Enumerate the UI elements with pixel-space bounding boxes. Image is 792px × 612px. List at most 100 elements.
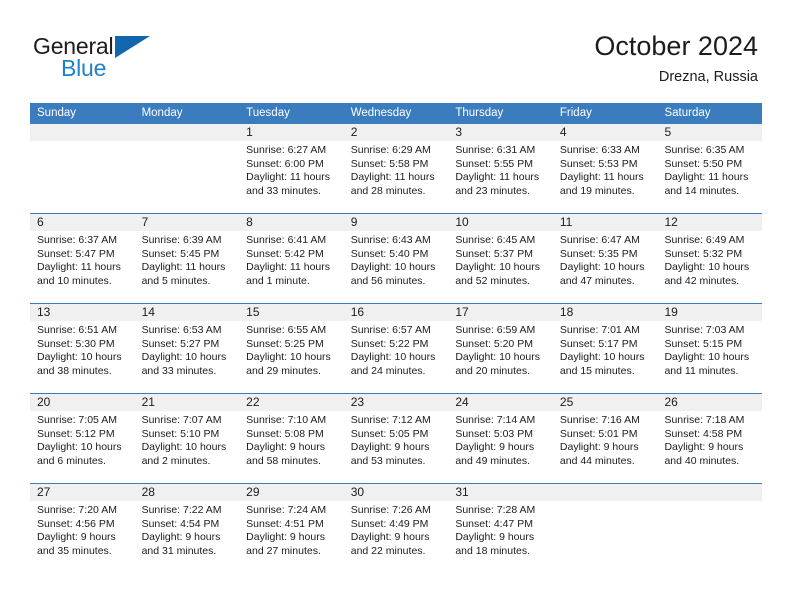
day-sun-info: Sunrise: 7:03 AM Sunset: 5:15 PM Daylight:… (657, 321, 762, 378)
day-number: 6 (30, 214, 135, 231)
day-number: 23 (343, 394, 449, 411)
day-number (552, 484, 658, 501)
triangle-logo-icon (115, 36, 150, 58)
day-number: 12 (657, 214, 763, 231)
day-sun-info: Sunrise: 6:53 AM Sunset: 5:27 PM Daylight:… (135, 321, 240, 378)
calendar-day-cell[interactable]: 11 Sunrise: 6:47 AM Sunset: 5:35 PM Dayligh… (552, 214, 658, 303)
sunrise-time: Sunrise: 6:29 AM (350, 144, 431, 156)
calendar-day-cell[interactable]: 14 Sunrise: 6:53 AM Sunset: 5:27 PM Dayligh… (134, 304, 240, 393)
daylight-duration: Daylight: 11 hours and 33 minutes. (246, 171, 331, 197)
calendar-day-cell[interactable]: 16 Sunrise: 6:57 AM Sunset: 5:22 PM Dayligh… (343, 304, 449, 393)
calendar-day-cell[interactable]: 18 Sunrise: 7:01 AM Sunset: 5:17 PM Dayligh… (552, 304, 658, 393)
day-number: 11 (552, 214, 658, 231)
calendar-day-cell[interactable]: 23 Sunrise: 7:12 AM Sunset: 5:05 PM Dayligh… (343, 394, 449, 483)
calendar-day-cell[interactable]: 31 Sunrise: 7:28 AM Sunset: 4:47 PM Dayligh… (448, 484, 553, 573)
calendar-day-cell[interactable]: 26 Sunrise: 7:18 AM Sunset: 4:58 PM Dayligh… (657, 394, 763, 483)
calendar-day-cell[interactable]: 4 Sunrise: 6:33 AM Sunset: 5:53 PM Daylight… (552, 124, 658, 213)
calendar-day-cell[interactable]: 29 Sunrise: 7:24 AM Sunset: 4:51 PM Dayligh… (239, 484, 344, 573)
sunrise-time: Sunrise: 7:07 AM (141, 414, 222, 426)
day-number: 10 (448, 214, 553, 231)
sunset-time: Sunset: 5:55 PM (455, 157, 533, 170)
calendar-day-cell[interactable]: 17 Sunrise: 6:59 AM Sunset: 5:20 PM Dayligh… (448, 304, 553, 393)
sunrise-time: Sunrise: 6:43 AM (350, 234, 431, 246)
sunset-time: Sunset: 6:00 PM (246, 157, 324, 170)
sunset-time: Sunset: 5:35 PM (559, 247, 638, 260)
sunset-time: Sunset: 5:12 PM (37, 427, 115, 440)
calendar-day-cell[interactable]: 24 Sunrise: 7:14 AM Sunset: 5:03 PM Dayligh… (448, 394, 553, 483)
sunset-time: Sunset: 4:58 PM (664, 427, 743, 440)
calendar-day-cell[interactable]: 19 Sunrise: 7:03 AM Sunset: 5:15 PM Dayligh… (657, 304, 763, 393)
calendar-day-cell[interactable]: 3 Sunrise: 6:31 AM Sunset: 5:55 PM Daylight… (448, 124, 553, 213)
weekday-header-thursday: Thursday (455, 107, 504, 119)
sunset-time: Sunset: 5:01 PM (559, 427, 638, 440)
calendar-day-cell[interactable]: 15 Sunrise: 6:55 AM Sunset: 5:25 PM Dayligh… (239, 304, 344, 393)
page-title: October 2024 (594, 31, 758, 61)
calendar-day-cell[interactable]: 22 Sunrise: 7:10 AM Sunset: 5:08 PM Dayligh… (239, 394, 344, 483)
day-number: 18 (552, 304, 658, 321)
day-number: 19 (657, 304, 763, 321)
page-header: General Blue October 2024 Drezna, Russia (0, 0, 792, 100)
calendar-day-cell[interactable]: 25 Sunrise: 7:16 AM Sunset: 5:01 PM Dayligh… (552, 394, 658, 483)
day-number: 28 (134, 484, 240, 501)
weekday-header-saturday: Saturday (664, 107, 711, 119)
day-sun-info: Sunrise: 7:07 AM Sunset: 5:10 PM Daylight:… (135, 411, 240, 468)
calendar-page: General Blue October 2024 Drezna, Russia… (0, 0, 792, 612)
sunset-time: Sunset: 5:40 PM (350, 247, 429, 260)
sunset-time: Sunset: 5:32 PM (664, 247, 743, 260)
calendar-day-cell[interactable]: 30 Sunrise: 7:26 AM Sunset: 4:49 PM Dayligh… (343, 484, 449, 573)
calendar-day-cell[interactable]: 12 Sunrise: 6:49 AM Sunset: 5:32 PM Dayligh… (657, 214, 763, 303)
calendar-day-cell[interactable]: 5 Sunrise: 6:35 AM Sunset: 5:50 PM Daylight… (657, 124, 763, 213)
calendar-day-cell[interactable]: 8 Sunrise: 6:41 AM Sunset: 5:42 PM Daylight… (239, 214, 344, 303)
sunrise-time: Sunrise: 7:01 AM (559, 324, 640, 336)
calendar-weeks: 1 Sunrise: 6:27 AM Sunset: 6:00 PM Daylight… (30, 124, 763, 573)
day-sun-info: Sunrise: 6:59 AM Sunset: 5:20 PM Daylight:… (448, 321, 553, 378)
calendar-day-cell[interactable]: 20 Sunrise: 7:05 AM Sunset: 5:12 PM Dayligh… (30, 394, 135, 483)
sunset-time: Sunset: 5:53 PM (559, 157, 638, 170)
daylight-duration: Daylight: 10 hours and 33 minutes. (141, 351, 227, 377)
daylight-duration: Daylight: 9 hours and 53 minutes. (350, 441, 430, 467)
day-sun-info: Sunrise: 7:01 AM Sunset: 5:17 PM Daylight:… (553, 321, 658, 378)
calendar-day-cell[interactable]: 9 Sunrise: 6:43 AM Sunset: 5:40 PM Daylight… (343, 214, 449, 303)
daylight-duration: Daylight: 11 hours and 10 minutes. (37, 261, 121, 287)
calendar-day-cell[interactable]: 7 Sunrise: 6:39 AM Sunset: 5:45 PM Daylight… (134, 214, 240, 303)
calendar-day-cell[interactable]: 21 Sunrise: 7:07 AM Sunset: 5:10 PM Dayligh… (134, 394, 240, 483)
day-number: 7 (134, 214, 240, 231)
sunrise-time: Sunrise: 7:05 AM (37, 414, 117, 426)
daylight-duration: Daylight: 9 hours and 27 minutes. (246, 531, 325, 557)
daylight-duration: Daylight: 11 hours and 14 minutes. (664, 171, 749, 197)
day-number: 8 (239, 214, 344, 231)
calendar-day-cell[interactable]: 1 Sunrise: 6:27 AM Sunset: 6:00 PM Daylight… (239, 124, 344, 213)
day-sun-info: Sunrise: 6:45 AM Sunset: 5:37 PM Daylight:… (448, 231, 553, 288)
sunrise-time: Sunrise: 7:24 AM (246, 504, 327, 516)
day-number: 5 (657, 124, 763, 141)
sunrise-time: Sunrise: 6:47 AM (559, 234, 640, 246)
calendar-day-cell-empty (30, 124, 135, 213)
daylight-duration: Daylight: 9 hours and 44 minutes. (559, 441, 639, 467)
calendar-day-cell[interactable]: 10 Sunrise: 6:45 AM Sunset: 5:37 PM Dayligh… (448, 214, 553, 303)
daylight-duration: Daylight: 10 hours and 38 minutes. (37, 351, 122, 377)
sunset-time: Sunset: 5:37 PM (455, 247, 533, 260)
sunset-time: Sunset: 5:03 PM (455, 427, 533, 440)
daylight-duration: Daylight: 11 hours and 23 minutes. (455, 171, 540, 197)
sunrise-time: Sunrise: 6:57 AM (350, 324, 431, 336)
brand-logo[interactable]: General Blue (33, 33, 233, 83)
calendar-day-cell[interactable]: 28 Sunrise: 7:22 AM Sunset: 4:54 PM Dayligh… (134, 484, 240, 573)
day-sun-info: Sunrise: 7:26 AM Sunset: 4:49 PM Daylight:… (344, 501, 449, 558)
daylight-duration: Daylight: 9 hours and 35 minutes. (37, 531, 116, 557)
calendar-day-cell[interactable]: 6 Sunrise: 6:37 AM Sunset: 5:47 PM Daylight… (30, 214, 135, 303)
sunrise-time: Sunrise: 6:39 AM (141, 234, 222, 246)
sunrise-time: Sunrise: 6:59 AM (455, 324, 536, 336)
calendar-day-cell[interactable]: 27 Sunrise: 7:20 AM Sunset: 4:56 PM Dayligh… (30, 484, 135, 573)
daylight-duration: Daylight: 10 hours and 47 minutes. (559, 261, 645, 287)
day-number: 13 (30, 304, 135, 321)
calendar-day-cell[interactable]: 13 Sunrise: 6:51 AM Sunset: 5:30 PM Dayligh… (30, 304, 135, 393)
calendar-day-cell[interactable]: 2 Sunrise: 6:29 AM Sunset: 5:58 PM Daylight… (343, 124, 449, 213)
calendar-day-cell-empty (657, 484, 763, 573)
sunset-time: Sunset: 4:49 PM (350, 517, 429, 530)
calendar-day-cell-empty (134, 124, 240, 213)
sunset-time: Sunset: 5:58 PM (350, 157, 429, 170)
day-sun-info: Sunrise: 6:51 AM Sunset: 5:30 PM Daylight:… (30, 321, 135, 378)
day-sun-info: Sunrise: 6:57 AM Sunset: 5:22 PM Daylight:… (344, 321, 449, 378)
day-sun-info: Sunrise: 7:18 AM Sunset: 4:58 PM Daylight:… (657, 411, 762, 468)
sunrise-time: Sunrise: 6:37 AM (37, 234, 117, 246)
